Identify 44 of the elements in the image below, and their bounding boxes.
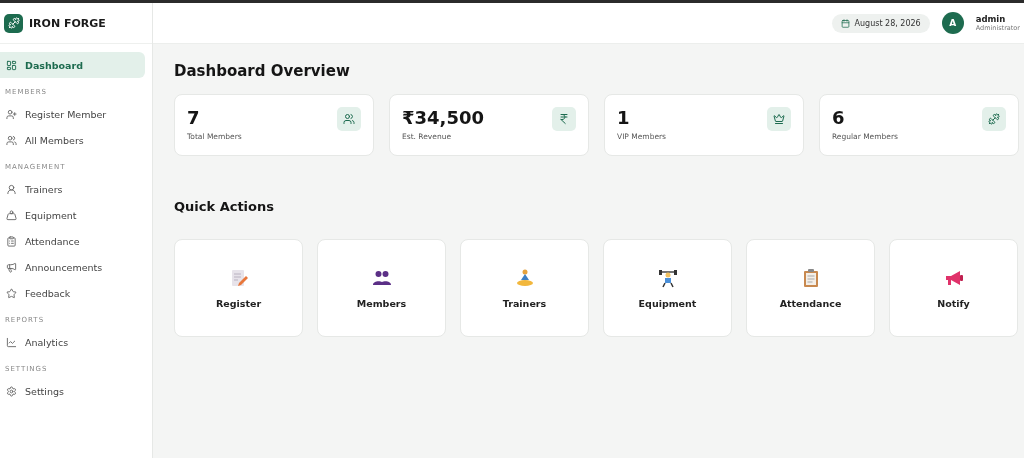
- person-icon: [6, 183, 17, 195]
- quick-action-card[interactable]: Notify: [889, 239, 1018, 337]
- stat-value: ₹34,500: [402, 107, 484, 128]
- user-avatar[interactable]: A: [941, 12, 964, 34]
- user-plus-icon: [6, 108, 17, 120]
- quick-action-card[interactable]: Equipment: [603, 239, 732, 337]
- crown-icon: [767, 107, 791, 131]
- dumbbell-icon: [982, 107, 1006, 131]
- sidebar-item[interactable]: Trainers: [0, 176, 145, 202]
- weightlifter-icon: [657, 267, 678, 288]
- users-icon: [6, 134, 17, 146]
- line-chart-icon: [6, 336, 17, 348]
- quick-action-card[interactable]: Members: [317, 239, 446, 337]
- stat-value: 7: [187, 107, 201, 128]
- quick-action-card[interactable]: Register: [174, 239, 303, 337]
- users-icon: [337, 107, 361, 131]
- stat-value: 6: [832, 107, 846, 128]
- sidebar-item[interactable]: Attendance: [0, 228, 145, 254]
- clipboard-icon: [6, 235, 17, 247]
- megaphone-icon: [6, 261, 17, 273]
- rupee-icon: [552, 107, 576, 131]
- dumbbell-logo-icon: [4, 13, 23, 33]
- star-icon: [6, 287, 17, 299]
- sidebar-item[interactable]: Register Member: [0, 101, 145, 127]
- sidebar-item[interactable]: Analytics: [0, 329, 145, 355]
- meditating-person-icon: [514, 267, 535, 288]
- sidebar-item[interactable]: Equipment: [0, 202, 145, 228]
- settings-icon: [6, 385, 17, 397]
- user-name: admin: [975, 14, 1007, 24]
- quick-action-card[interactable]: Trainers: [460, 239, 589, 337]
- sidebar-item[interactable]: All Members: [0, 127, 145, 153]
- section-title: Quick Actions: [174, 199, 275, 214]
- dashboard-icon: [6, 59, 17, 71]
- sidebar-item[interactable]: Dashboard: [0, 52, 145, 78]
- date-text: August 28, 2026: [854, 18, 921, 28]
- brand-name: IRON FORGE: [29, 16, 106, 30]
- stat-value: 1: [617, 107, 631, 128]
- sidebar-item[interactable]: Announcements: [0, 254, 145, 280]
- page-title: Dashboard Overview: [174, 62, 351, 80]
- weight-icon: [6, 209, 17, 221]
- sidebar-item[interactable]: Settings: [0, 378, 145, 404]
- calendar-icon: [840, 18, 850, 28]
- sidebar-item[interactable]: Feedback: [0, 280, 145, 306]
- quick-action-card[interactable]: Attendance: [746, 239, 875, 337]
